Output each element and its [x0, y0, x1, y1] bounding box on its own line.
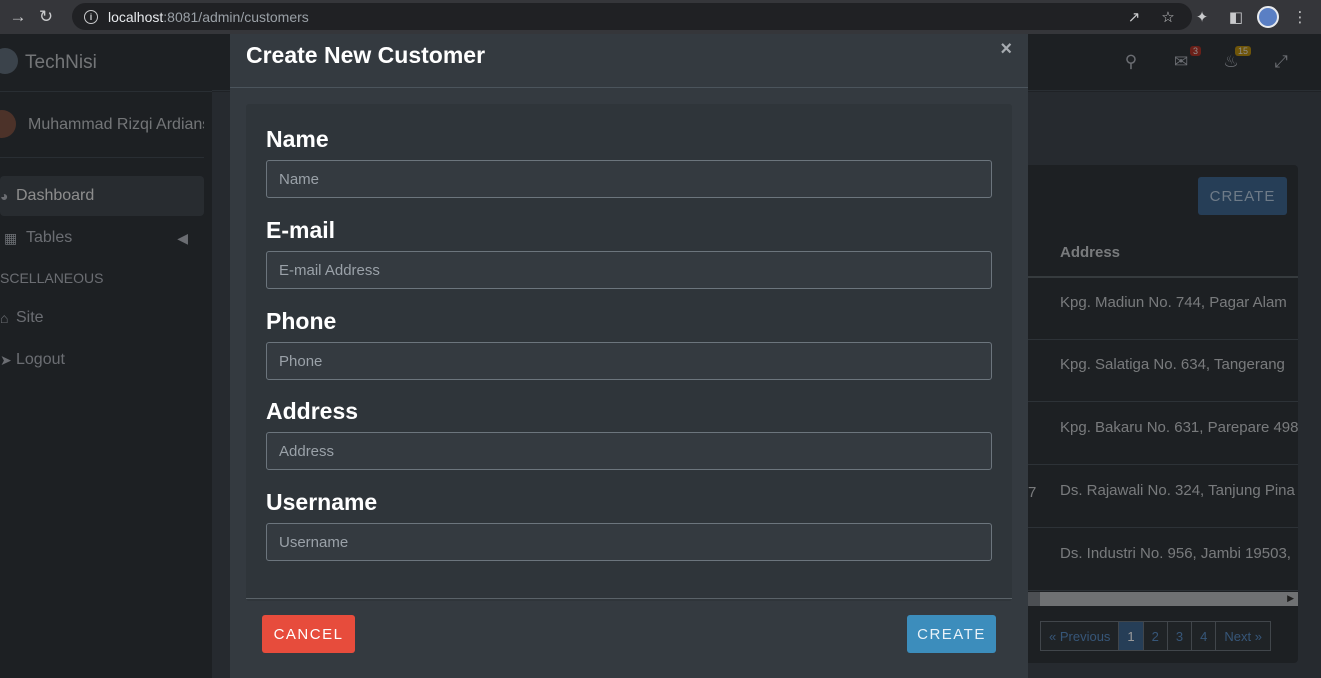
address-cell: Kpg. Madiun No. 744, Pagar Alam — [1060, 294, 1287, 311]
name-label: Name — [266, 126, 329, 152]
cancel-button[interactable]: CANCEL — [262, 615, 355, 653]
table-icon: ▦ — [4, 229, 18, 246]
notifications-badge: 15 — [1234, 46, 1251, 56]
pagination-page-2[interactable]: 2 — [1142, 621, 1168, 651]
messages-badge: 3 — [1189, 46, 1201, 56]
address-bar[interactable]: i localhost:8081/admin/customers — [72, 3, 1192, 30]
email-input[interactable] — [266, 251, 992, 289]
sidebar-item-label: Dashboard — [16, 187, 95, 204]
address-group: Address — [266, 398, 992, 470]
logout-icon: ➤ — [0, 351, 12, 368]
name-group: Name — [266, 126, 992, 198]
sidebar-item-dashboard[interactable]: ◕ Dashboard — [0, 176, 204, 216]
extensions-icon[interactable]: ✦ — [1189, 4, 1215, 30]
user-panel[interactable]: Muhammad Rizqi Ardians — [0, 92, 204, 158]
sidebar: TechNisi Muhammad Rizqi Ardians ◕ Dashbo… — [0, 34, 212, 678]
modal-title: Create New Customer — [246, 42, 486, 68]
email-label: E-mail — [266, 217, 336, 243]
pagination-previous[interactable]: « Previous — [1040, 621, 1120, 651]
sidebar-item-label: Tables — [26, 229, 73, 246]
profile-avatar[interactable] — [1257, 6, 1279, 28]
address-cell: Ds. Rajawali No. 324, Tanjung Pina — [1060, 482, 1295, 499]
dashboard-icon: ◕ — [0, 188, 9, 204]
email-group: E-mail — [266, 217, 992, 289]
username-group: Username — [266, 489, 992, 561]
brand-logo — [0, 48, 18, 74]
share-icon[interactable]: ↗ — [1121, 4, 1147, 30]
search-icon[interactable]: ⚲ — [1121, 52, 1141, 72]
star-icon[interactable]: ☆ — [1155, 4, 1181, 30]
forward-icon[interactable]: → — [4, 3, 32, 31]
sidebar-item-tables[interactable]: ▦ Tables ◀ — [0, 218, 204, 258]
column-header-address: Address — [1060, 244, 1121, 261]
pagination-page-3[interactable]: 3 — [1166, 621, 1193, 651]
scrollbar-thumb[interactable] — [1028, 592, 1040, 606]
table-row: Ds. Industri No. 956, Jambi 19503, — [1028, 529, 1298, 591]
create-customer-button[interactable]: CREATE — [1198, 177, 1287, 215]
address-input[interactable] — [266, 432, 992, 470]
phone-label: Phone — [266, 308, 337, 334]
table-row: Kpg. Madiun No. 744, Pagar Alam — [1028, 278, 1298, 340]
phone-group: Phone — [266, 308, 992, 380]
reload-icon[interactable]: ↻ — [32, 3, 60, 31]
modal-form: Name E-mail Phone Address Username — [246, 104, 1012, 601]
table-cell-fragment: 7 — [1028, 484, 1037, 501]
create-customer-modal: Create New Customer × Name E-mail Phone … — [230, 34, 1028, 678]
username-input[interactable] — [266, 523, 992, 561]
username-label: Username — [266, 489, 378, 515]
chevron-left-icon: ◀ — [177, 229, 188, 246]
bell-icon[interactable]: ♨ 15 — [1221, 46, 1251, 72]
sidebar-item-logout[interactable]: ➤ Logout — [0, 340, 204, 380]
user-name: Muhammad Rizqi Ardians — [28, 115, 204, 133]
modal-header: Create New Customer × — [230, 34, 1028, 88]
fullscreen-icon[interactable]: ⤢ — [1271, 52, 1291, 72]
horizontal-scrollbar[interactable]: ▶ — [1028, 592, 1298, 606]
address-cell: Ds. Industri No. 956, Jambi 19503, — [1060, 545, 1291, 562]
messages-icon[interactable]: ✉ 3 — [1171, 46, 1201, 72]
home-icon: ⌂ — [0, 310, 9, 326]
address-cell: Kpg. Bakaru No. 631, Parepare 498 — [1060, 419, 1298, 436]
name-input[interactable] — [266, 160, 992, 198]
table-row: Ds. Rajawali No. 324, Tanjung Pina — [1028, 466, 1298, 528]
sidepanel-icon[interactable]: ◧ — [1223, 4, 1249, 30]
pagination: « Previous 1 2 3 4 Next » — [1040, 621, 1271, 651]
modal-footer-divider — [246, 598, 1012, 599]
pagination-page-4[interactable]: 4 — [1191, 621, 1217, 651]
table-row: Kpg. Salatiga No. 634, Tangerang — [1028, 340, 1298, 402]
sidebar-item-label: Site — [16, 309, 44, 326]
address-cell: Kpg. Salatiga No. 634, Tangerang — [1060, 356, 1285, 373]
sidebar-item-site[interactable]: ⌂ Site — [0, 298, 204, 338]
table-row: Kpg. Bakaru No. 631, Parepare 498 — [1028, 403, 1298, 465]
scroll-right-icon[interactable]: ▶ — [1287, 593, 1294, 604]
browser-toolbar: → ↻ i localhost:8081/admin/customers ↗ ☆… — [0, 0, 1321, 34]
phone-input[interactable] — [266, 342, 992, 380]
avatar — [0, 110, 16, 138]
address-label: Address — [266, 398, 359, 424]
sidebar-section-header: SCELLANEOUS — [0, 270, 104, 286]
brand-text: TechNisi — [25, 51, 97, 73]
menu-icon[interactable]: ⋮ — [1287, 4, 1313, 30]
create-button[interactable]: CREATE — [907, 615, 996, 653]
pagination-page-1[interactable]: 1 — [1118, 621, 1144, 651]
close-icon[interactable]: × — [1000, 38, 1012, 61]
brand[interactable]: TechNisi — [0, 34, 212, 92]
pagination-next[interactable]: Next » — [1215, 621, 1271, 651]
sidebar-item-label: Logout — [16, 351, 65, 368]
url-text: localhost:8081/admin/customers — [108, 8, 309, 25]
site-info-icon[interactable]: i — [84, 9, 98, 24]
